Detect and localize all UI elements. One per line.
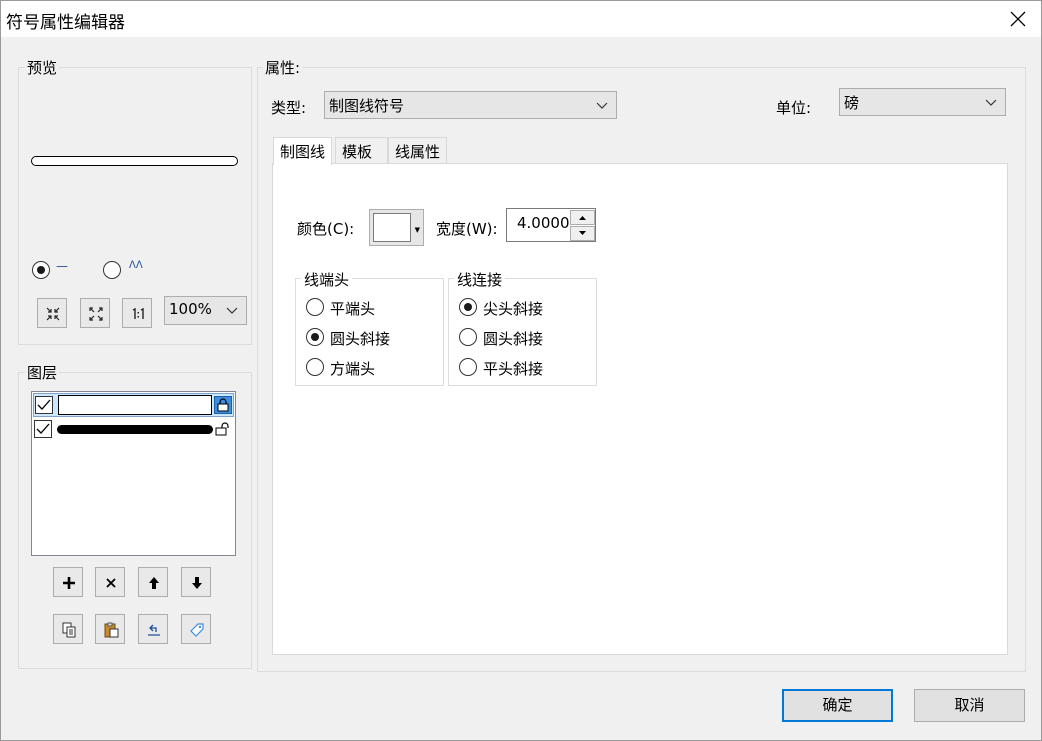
preview-radio-straight[interactable] <box>32 261 50 279</box>
tab-line-properties[interactable]: 线属性 <box>388 137 448 164</box>
type-label: 类型: <box>271 99 307 117</box>
tag-icon <box>190 623 204 637</box>
arrow-down-icon <box>579 231 586 235</box>
join-round-radio[interactable] <box>459 328 477 346</box>
title-bar: 符号属性编辑器 <box>1 1 1041 37</box>
width-label: 宽度(W): <box>436 220 498 238</box>
layer-list[interactable] <box>31 391 236 556</box>
unlock-button[interactable] <box>214 421 230 437</box>
preview-radio-zigzag[interactable] <box>103 261 121 279</box>
preview-label: 预览 <box>25 57 60 78</box>
zoom-value: 100% <box>169 300 212 318</box>
copy-layer-button[interactable] <box>53 614 83 644</box>
cap-square-label: 方端头 <box>330 360 376 378</box>
reset-layer-button[interactable] <box>138 614 168 644</box>
close-icon <box>1010 11 1026 27</box>
color-picker-button[interactable]: ▼ <box>369 209 424 246</box>
join-round-label: 圆头斜接 <box>483 330 544 348</box>
zoom-out-button[interactable] <box>80 298 110 328</box>
cap-round-radio[interactable] <box>306 328 324 346</box>
actual-size-icon <box>132 307 144 319</box>
copy-icon <box>62 622 76 638</box>
tag-layer-button[interactable] <box>181 614 211 644</box>
layer-row[interactable] <box>33 418 234 442</box>
width-spinner[interactable]: 4.0000 <box>506 208 596 242</box>
lock-icon <box>217 398 229 412</box>
paste-icon <box>104 622 119 638</box>
layer-row[interactable] <box>33 393 234 417</box>
tab-template[interactable]: 模板 <box>335 137 388 164</box>
unit-label: 单位: <box>776 99 812 117</box>
lock-button[interactable] <box>214 396 232 414</box>
layer-checkbox[interactable] <box>34 420 52 438</box>
symbol-property-editor-dialog: 符号属性编辑器 预览 — ᐱᐱ 100% 图层 属性: 类型: 制图线符号 单位… <box>0 0 1042 741</box>
check-icon <box>36 423 50 434</box>
arrow-up-icon <box>579 216 586 220</box>
move-layer-down-button[interactable] <box>181 567 211 597</box>
actual-size-button[interactable] <box>122 298 152 328</box>
move-up-icon <box>149 577 159 589</box>
tab-cartographic-line[interactable]: 制图线 <box>273 137 333 165</box>
cap-square-radio[interactable] <box>306 358 324 376</box>
preview-radio-zigzag-glyph: ᐱᐱ <box>129 260 143 271</box>
width-increment-button[interactable] <box>570 210 595 225</box>
move-down-icon <box>192 577 202 589</box>
properties-label: 属性: <box>263 57 303 78</box>
close-button[interactable] <box>995 1 1041 37</box>
preview-radio-straight-glyph: — <box>56 259 68 273</box>
delete-layer-button[interactable] <box>95 567 125 597</box>
join-bevel-radio[interactable] <box>459 358 477 376</box>
unit-value: 磅 <box>844 94 860 112</box>
paste-layer-button[interactable] <box>95 614 125 644</box>
delete-icon <box>106 578 116 588</box>
join-miter-radio[interactable] <box>459 298 477 316</box>
layer-checkbox[interactable] <box>35 396 53 414</box>
dropdown-arrow-icon: ▼ <box>414 226 420 234</box>
layers-label: 图层 <box>25 362 60 383</box>
ok-button[interactable]: 确定 <box>782 689 893 722</box>
chevron-down-icon <box>985 99 997 106</box>
zoom-in-button[interactable] <box>37 298 67 328</box>
chevron-down-icon <box>596 102 608 109</box>
width-decrement-button[interactable] <box>570 226 595 241</box>
layer-swatch-white-line <box>58 395 212 415</box>
color-swatch <box>373 213 411 242</box>
add-layer-button[interactable] <box>53 567 83 597</box>
unlock-icon <box>215 422 229 436</box>
layer-swatch-black-line <box>57 425 213 434</box>
add-icon <box>63 577 75 589</box>
unit-select[interactable]: 磅 <box>839 88 1006 116</box>
check-icon <box>37 399 51 410</box>
cap-butt-label: 平端头 <box>330 300 376 318</box>
line-caps-label: 线端头 <box>301 269 353 290</box>
zoom-in-icon <box>46 307 60 321</box>
preview-line <box>31 156 238 166</box>
zoom-select[interactable]: 100% <box>164 296 247 325</box>
line-joins-label: 线连接 <box>454 269 506 290</box>
chevron-down-icon <box>226 307 238 314</box>
width-value[interactable]: 4.0000 <box>517 214 570 232</box>
type-value: 制图线符号 <box>329 97 405 115</box>
zoom-out-icon <box>89 307 103 321</box>
color-label: 颜色(C): <box>297 220 355 238</box>
window-title: 符号属性编辑器 <box>6 13 125 33</box>
type-select[interactable]: 制图线符号 <box>324 91 617 119</box>
move-layer-up-button[interactable] <box>138 567 168 597</box>
cancel-button[interactable]: 取消 <box>914 689 1025 722</box>
cap-butt-radio[interactable] <box>306 298 324 316</box>
join-miter-label: 尖头斜接 <box>483 300 544 318</box>
join-bevel-label: 平头斜接 <box>483 360 544 378</box>
reset-icon <box>148 624 160 636</box>
cap-round-label: 圆头斜接 <box>330 330 391 348</box>
